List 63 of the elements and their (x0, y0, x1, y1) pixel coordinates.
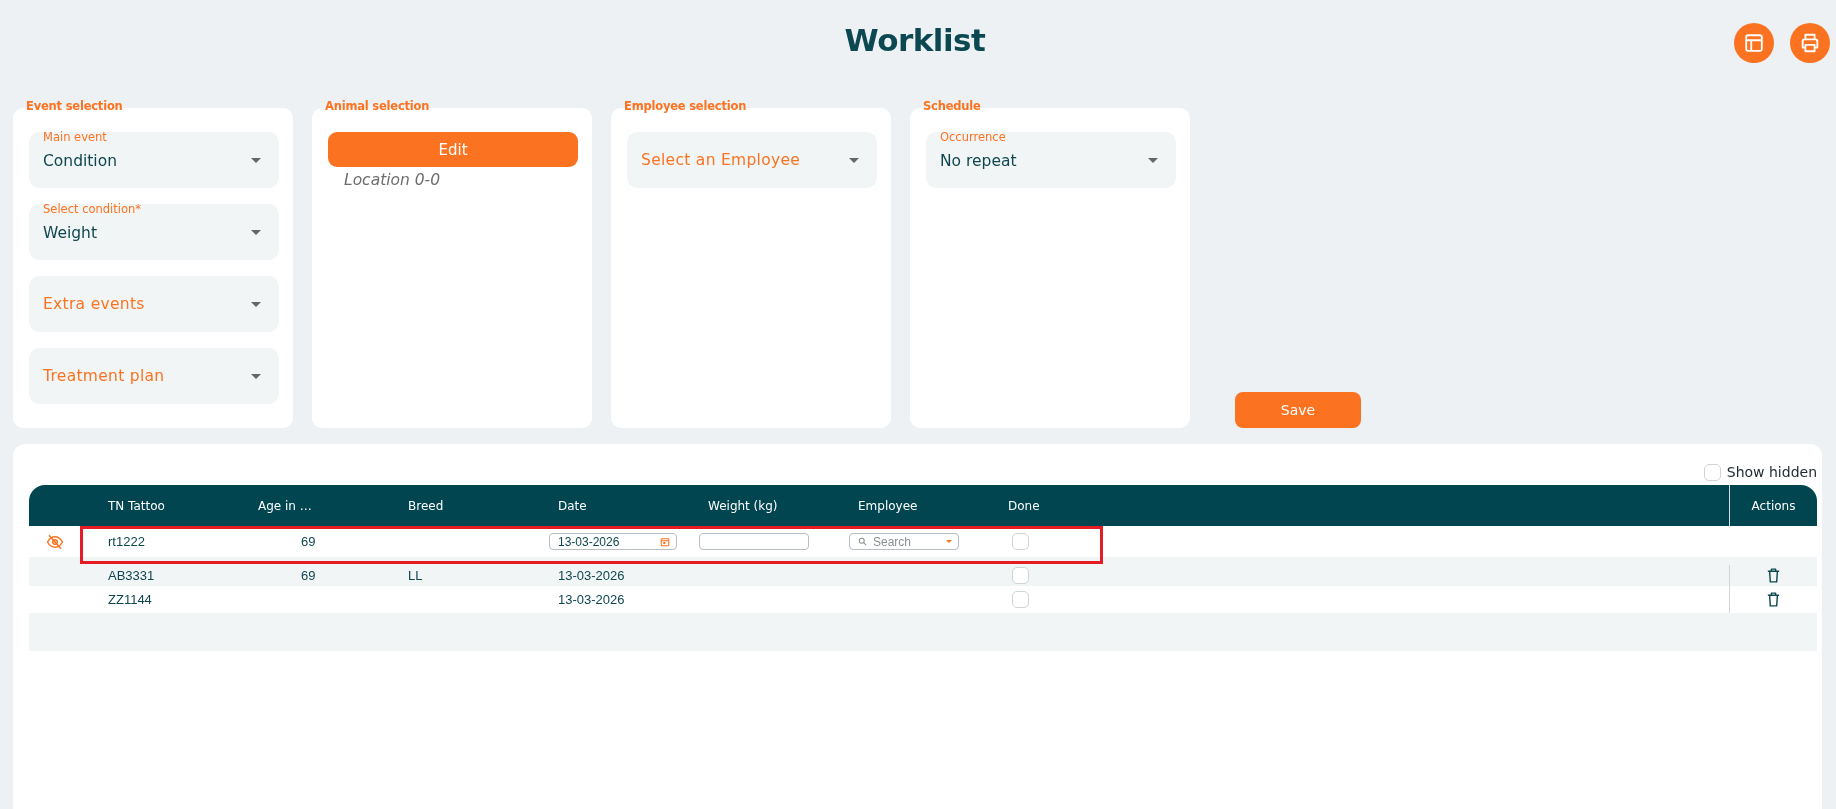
select-field[interactable]: Select an Employee (627, 132, 877, 188)
employee-search-field[interactable]: Search (849, 533, 959, 550)
table-layout-icon (1743, 32, 1765, 54)
column-header: TN Tattoo (108, 498, 166, 513)
save-button[interactable]: Save (1235, 392, 1361, 428)
field-value: Weight (43, 223, 98, 242)
table-cell: rt1222 (108, 534, 145, 549)
search-icon (858, 537, 867, 546)
select-field[interactable]: Select condition* Weight (29, 204, 279, 260)
edit-button[interactable]: Edit (328, 132, 578, 167)
table-cell: AB3331 (108, 568, 155, 583)
caret-icon (251, 373, 261, 379)
field-label: Occurrence (940, 130, 1006, 144)
section-title: Employee selection (624, 99, 747, 113)
table-cell: 69 (301, 568, 316, 583)
column-header: Weight (kg) (708, 498, 779, 513)
checkbox[interactable] (1012, 591, 1029, 608)
field-label: Main event (43, 130, 107, 144)
field-placeholder: Extra events (43, 295, 146, 313)
field-placeholder: Select an Employee (641, 151, 802, 169)
caret-icon (251, 229, 261, 235)
caret-icon (251, 157, 261, 163)
column-header: Age in … (258, 498, 313, 513)
calendar-icon (660, 536, 670, 547)
select-field[interactable]: Main event Condition (29, 132, 279, 188)
trash-icon[interactable] (1765, 591, 1782, 608)
show-hidden-label: Show hidden (1726, 464, 1817, 480)
print-button[interactable] (1790, 23, 1830, 63)
eye-off-icon[interactable] (46, 532, 64, 551)
date-field[interactable]: 13-03-2026 (549, 533, 677, 550)
table-cell: ZZ1144 (108, 592, 152, 607)
select-field[interactable]: Occurrence No repeat (926, 132, 1176, 188)
select-field[interactable]: Treatment plan (29, 348, 279, 404)
section-title: Animal selection (325, 99, 430, 113)
print-icon (1799, 32, 1821, 54)
column-header: Done (1008, 498, 1041, 513)
column-header: Employee (858, 498, 919, 513)
section-title: Event selection (26, 99, 123, 113)
caret-icon (946, 540, 952, 543)
trash-icon[interactable] (1765, 567, 1782, 584)
table-layout-button[interactable] (1734, 23, 1774, 63)
checkbox[interactable] (1012, 567, 1029, 584)
field-value: No repeat (940, 151, 1018, 170)
table-cell: 13-03-2026 (558, 568, 625, 583)
caret-icon (849, 157, 859, 163)
section-title: Schedule (923, 99, 981, 113)
page-title: Worklist (844, 22, 986, 58)
column-header: Actions (1751, 498, 1796, 513)
table-cell: 13-03-2026 (558, 592, 625, 607)
field-placeholder: Treatment plan (43, 367, 166, 385)
column-header: Date (558, 498, 588, 513)
select-field[interactable]: Extra events (29, 276, 279, 332)
table-cell: 69 (301, 534, 316, 549)
caret-icon (251, 301, 261, 307)
field-value: Condition (43, 151, 118, 170)
field-label: Select condition* (43, 202, 142, 216)
weight-input[interactable] (699, 533, 809, 550)
table-cell: LL (408, 568, 423, 583)
caret-icon (1148, 157, 1158, 163)
column-header: Breed (408, 498, 445, 513)
checkbox[interactable] (1703, 463, 1721, 481)
checkbox[interactable] (1012, 533, 1029, 550)
location-text: Location 0-0 (343, 171, 442, 189)
